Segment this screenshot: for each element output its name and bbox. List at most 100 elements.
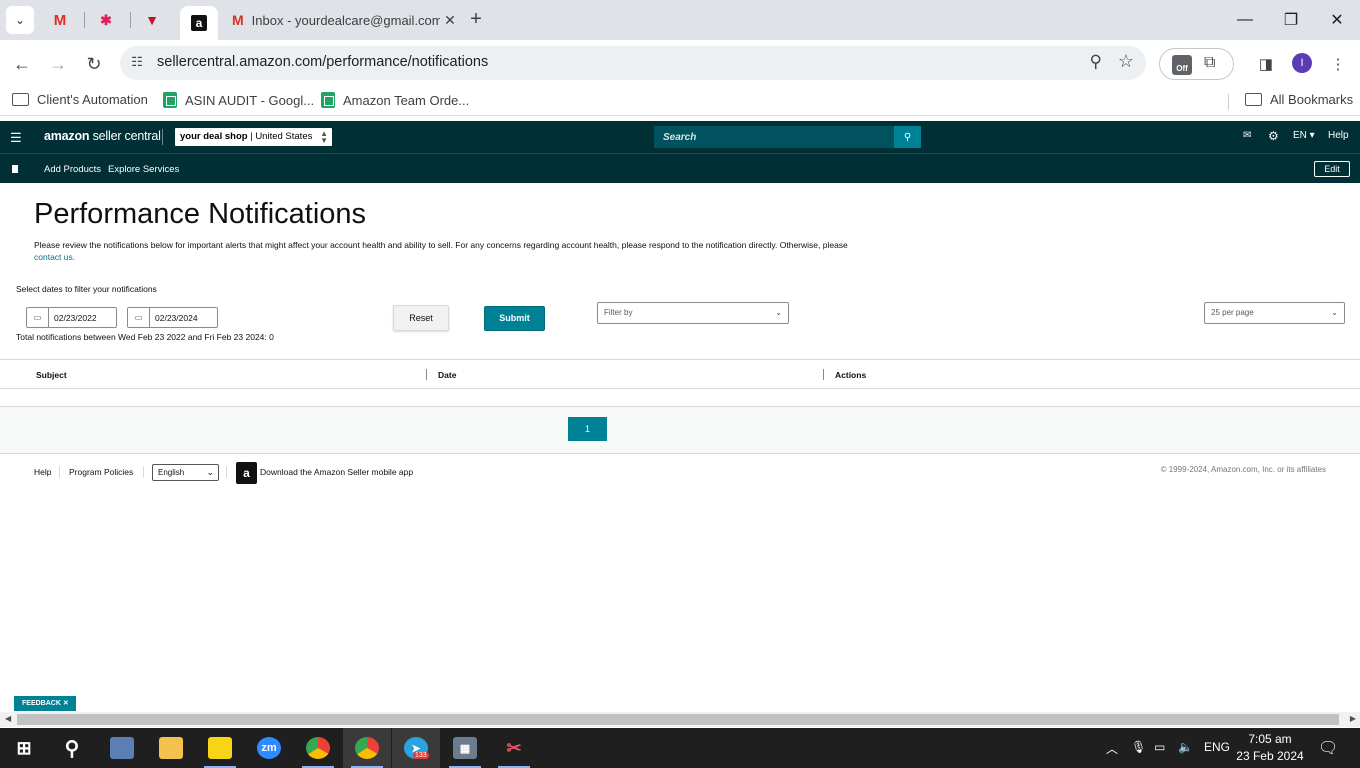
calculator-icon[interactable]: ▦ <box>441 728 489 768</box>
close-tab-icon[interactable]: ✕ <box>440 12 460 29</box>
logo-amazon-text: amazon <box>44 129 90 143</box>
search-icon[interactable]: ⚲ <box>894 126 921 148</box>
bookmark-asin-audit[interactable]: ASIN AUDIT - Googl... <box>163 92 314 108</box>
url-text[interactable]: sellercentral.amazon.com/performance/not… <box>157 54 488 70</box>
tab-amazon-active[interactable]: a <box>180 6 218 40</box>
column-actions[interactable]: Actions <box>835 370 866 380</box>
column-subject[interactable]: Subject <box>36 370 67 380</box>
calendar-icon[interactable]: ▭ <box>27 308 49 327</box>
address-bar[interactable]: ☷ sellercentral.amazon.com/performance/n… <box>120 46 1146 80</box>
start-date-field[interactable]: ▭ 02/23/2022 <box>26 307 117 328</box>
search-icon[interactable]: ⚲ <box>48 728 96 768</box>
chrome-icon[interactable] <box>294 728 342 768</box>
edit-button[interactable]: Edit <box>1314 161 1350 177</box>
footer-program-policies-link[interactable]: Program Policies <box>69 467 133 477</box>
page-button-1[interactable]: 1 <box>568 417 607 441</box>
scroll-left-arrow-icon[interactable]: ◀ <box>5 714 11 723</box>
bookmark-star-icon[interactable]: ☆ <box>1118 51 1134 72</box>
copyright-text: © 1999-2024, Amazon.com, Inc. or its aff… <box>1160 465 1326 474</box>
zoom-app-icon[interactable]: zm <box>245 728 293 768</box>
zoom-magnifier-icon[interactable]: ⚲ <box>1090 52 1102 72</box>
tab-gmail-inbox[interactable]: M Inbox - yourdealcare@gmail.com ✕ <box>224 6 460 34</box>
gmail-pinned-tab-icon[interactable]: M <box>48 8 72 32</box>
profile-avatar[interactable]: I <box>1292 53 1312 73</box>
snipping-tool-icon[interactable]: ✂ <box>490 728 538 768</box>
seller-central-subnav: Add Products Explore Services Edit <box>0 153 1360 183</box>
window-close-icon[interactable]: ✕ <box>1314 0 1360 40</box>
horizontal-scrollbar[interactable]: ◀ ▶ <box>0 712 1360 727</box>
tab-title: Inbox - yourdealcare@gmail.com <box>251 12 440 28</box>
seller-central-logo[interactable]: amazon seller central <box>44 129 161 143</box>
bookmark-ribbon-icon[interactable] <box>12 165 18 173</box>
per-page-value: 25 per page <box>1211 308 1254 317</box>
close-icon[interactable]: ✕ <box>63 700 69 707</box>
footer-language-select[interactable]: English ⌄ <box>152 464 219 481</box>
per-page-select[interactable]: 25 per page ⌄ <box>1204 302 1345 324</box>
gear-icon[interactable]: ⚙ <box>1268 129 1279 143</box>
contact-us-link[interactable]: contact us. <box>34 252 75 262</box>
site-settings-icon[interactable]: ☷ <box>128 54 146 72</box>
filter-by-select[interactable]: Filter by ⌄ <box>597 302 789 324</box>
footer-help-link[interactable]: Help <box>34 467 51 477</box>
sticky-notes-icon[interactable] <box>196 728 244 768</box>
notifications-icon[interactable]: 🗨 <box>1318 738 1338 758</box>
chrome-profile-icon[interactable] <box>343 728 391 768</box>
scroll-right-arrow-icon[interactable]: ▶ <box>1350 714 1356 723</box>
filter-by-value: Filter by <box>604 308 633 317</box>
forward-arrow-icon[interactable]: → <box>44 50 72 78</box>
hamburger-menu-icon[interactable]: ☰ <box>10 130 22 146</box>
reset-button[interactable]: Reset <box>393 305 449 331</box>
scrollbar-thumb[interactable] <box>17 714 1339 725</box>
windows-start-icon[interactable]: ⊞ <box>0 728 48 768</box>
subnav-add-products[interactable]: Add Products <box>44 164 101 175</box>
microphone-icon[interactable]: 🎙 <box>1131 740 1146 754</box>
sticky-note-icon <box>208 737 232 759</box>
bookmark-amazon-team-order[interactable]: Amazon Team Orde... <box>321 92 469 108</box>
bookmark-clients-automation[interactable]: Client's Automation <box>12 92 148 107</box>
new-tab-plus-icon[interactable]: + <box>464 8 488 32</box>
vpn-pinned-tab-icon[interactable]: ▼ <box>140 8 164 32</box>
column-date[interactable]: Date <box>438 370 456 380</box>
account-selector[interactable]: your deal shop | United States ▲ ▼ <box>175 128 332 146</box>
restore-icon[interactable]: ❐ <box>1268 0 1314 40</box>
submit-button[interactable]: Submit <box>484 306 545 331</box>
total-notifications-text: Total notifications between Wed Feb 23 2… <box>16 332 274 342</box>
calendar-icon[interactable]: ▭ <box>128 308 150 327</box>
show-hidden-icons-chevron-icon[interactable]: ︿ <box>1106 740 1118 757</box>
extension-off-icon[interactable]: Off <box>1172 55 1192 75</box>
network-icon[interactable]: ▭ <box>1154 740 1165 754</box>
footer-divider <box>143 466 144 478</box>
feedback-button[interactable]: FEEDBACK ✕ <box>14 696 76 711</box>
help-link[interactable]: Help <box>1328 130 1349 141</box>
slack-pinned-tab-icon[interactable]: ✱ <box>94 8 118 32</box>
reload-icon[interactable]: ↻ <box>80 50 108 78</box>
logo-divider <box>162 129 163 145</box>
file-explorer-icon[interactable] <box>147 728 195 768</box>
notifications-table: Subject Date Actions <box>0 359 1360 407</box>
amazon-app-icon[interactable]: a <box>236 462 257 484</box>
volume-icon[interactable]: 🔈 <box>1178 740 1193 754</box>
language-selector[interactable]: EN ▾ <box>1293 130 1315 141</box>
extensions-puzzle-icon[interactable]: ⧉ <box>1204 54 1215 72</box>
clock-date: 23 Feb 2024 <box>1236 749 1304 763</box>
input-language[interactable]: ENG <box>1204 740 1230 754</box>
tab-search-chevron-icon[interactable]: ⌄ <box>6 6 34 34</box>
bookmarks-bar: Client's Automation ASIN AUDIT - Googl..… <box>0 86 1360 116</box>
minimize-icon[interactable]: — <box>1222 0 1268 40</box>
back-arrow-icon[interactable]: ← <box>8 50 36 78</box>
side-panel-icon[interactable]: ◨ <box>1254 52 1278 76</box>
telegram-unread-badge: 133 <box>413 752 429 759</box>
chevron-down-icon: ⌄ <box>775 308 782 317</box>
chrome-menu-icon[interactable]: ⋮ <box>1326 52 1350 76</box>
telegram-icon[interactable]: ➤ <box>392 728 440 768</box>
taskbar-laptop-icon[interactable] <box>98 728 146 768</box>
end-date-field[interactable]: ▭ 02/23/2024 <box>127 307 218 328</box>
mail-icon[interactable]: ✉ <box>1243 130 1251 141</box>
search-input[interactable]: Search <box>654 126 894 148</box>
taskbar-clock[interactable]: 7:05 am 23 Feb 2024 <box>1236 731 1304 765</box>
zoom-logo-icon: zm <box>257 737 281 759</box>
extensions-group: Off ⧉ <box>1159 48 1234 80</box>
all-bookmarks[interactable]: All Bookmarks <box>1245 92 1353 107</box>
subnav-explore-services[interactable]: Explore Services <box>108 164 179 175</box>
download-app-link[interactable]: Download the Amazon Seller mobile app <box>260 467 413 477</box>
